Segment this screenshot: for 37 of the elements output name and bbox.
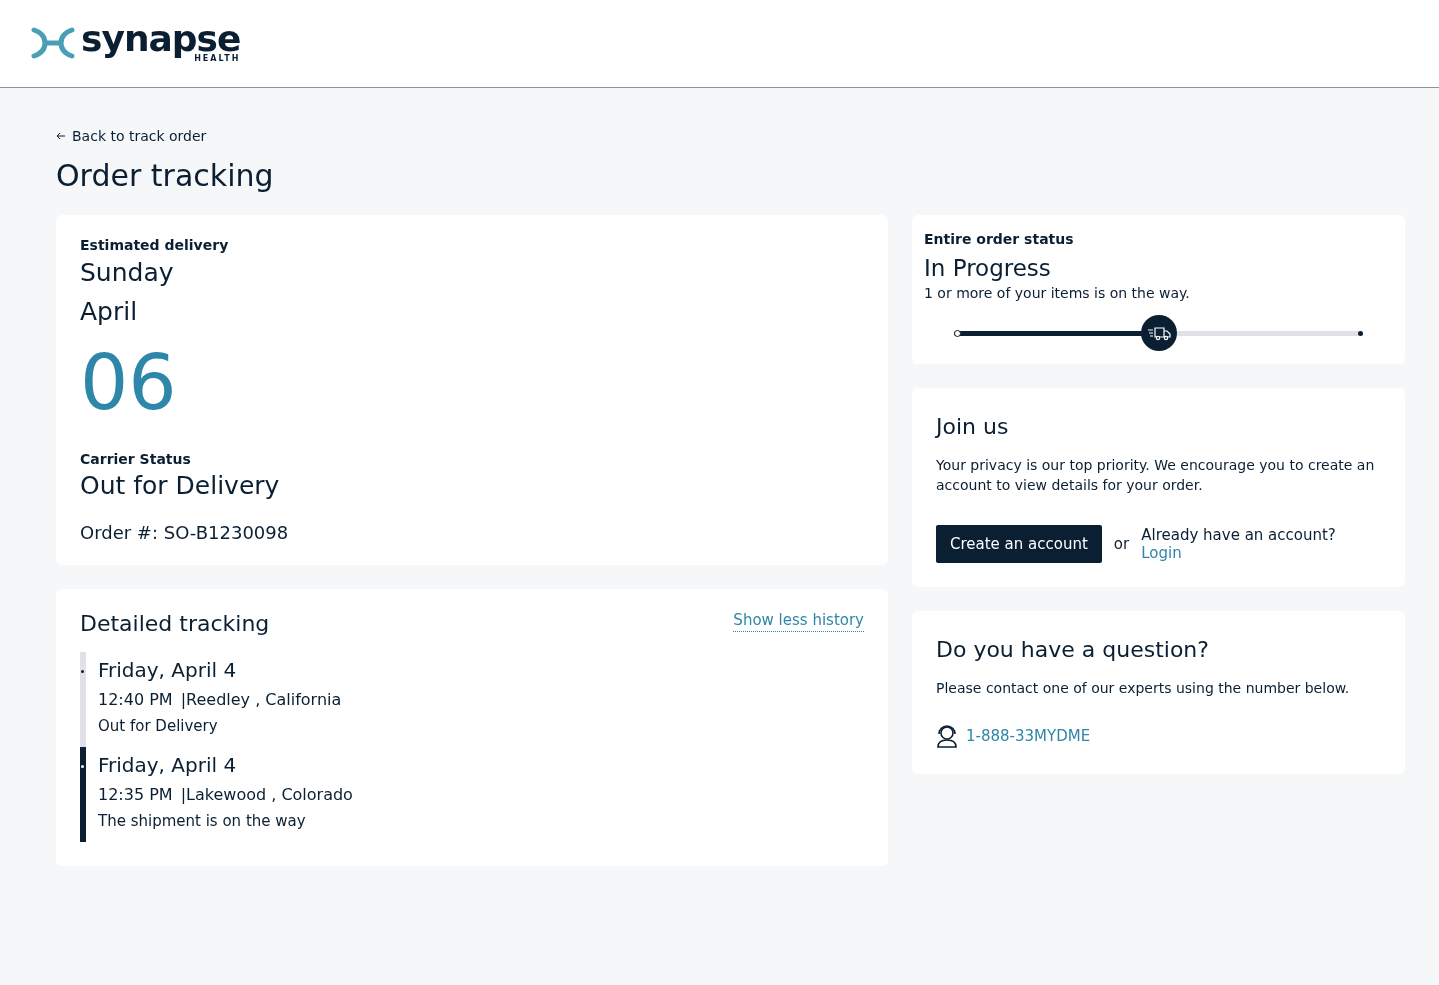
truck-icon (1146, 325, 1171, 341)
phone-link[interactable]: 1-888-33MYDME (966, 727, 1091, 745)
delivery-day: 06 (80, 335, 864, 431)
carrier-label: Carrier Status (80, 451, 192, 467)
join-title: Join us (936, 414, 1010, 439)
event-time: 12:35 PM (98, 785, 173, 804)
event-time: 12:40 PM (98, 690, 173, 709)
event-status: The shipment is on the way (98, 812, 307, 830)
start-dot (954, 330, 961, 337)
event-status: Out for Delivery (98, 717, 219, 735)
headset-icon (936, 724, 958, 748)
login-prompt: Already have an account? (1141, 526, 1336, 544)
status-note: 1 or more of your items is on the way. (924, 285, 1191, 301)
status-label: Entire order status (924, 231, 1075, 247)
end-dot (1358, 331, 1363, 336)
create-account-button[interactable]: Create an account (936, 525, 1102, 563)
question-title: Do you have a question? (936, 637, 1210, 662)
event-date: Friday, April 4 (98, 753, 238, 777)
question-text: Please contact one of our experts using the number below. (936, 679, 1351, 698)
event-location: |Lakewood , Colorado (180, 785, 353, 804)
event-location: |Reedley , California (180, 690, 342, 709)
tracking-title: Detailed tracking (80, 611, 270, 636)
page-title: Order tracking (56, 158, 275, 193)
delivery-weekday: Sunday (80, 257, 175, 289)
order-number: Order #: SO-B1230098 (80, 522, 290, 543)
history-link[interactable]: Show less history (733, 611, 864, 632)
or-text: or (1113, 535, 1130, 553)
order-status: In Progress (924, 255, 1052, 281)
event-date: Friday, April 4 (98, 658, 238, 682)
join-text: Your privacy is our top priority. We encourage you to create an account to view details for your order. (936, 456, 1376, 495)
login-link[interactable]: Login (1141, 544, 1336, 562)
back-arrow-icon (56, 131, 66, 141)
carrier-status: Out for Delivery (80, 471, 281, 500)
delivery-label: Estimated delivery (80, 237, 230, 253)
back-link[interactable]: Back to track order (56, 128, 207, 144)
logo-icon (31, 26, 75, 59)
delivery-month: April (80, 296, 139, 328)
